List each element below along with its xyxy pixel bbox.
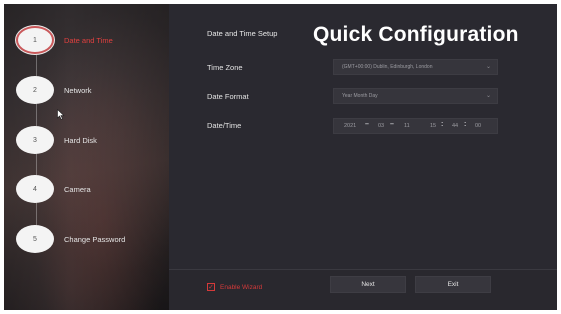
enable-wizard-checkbox[interactable]: ✓ Enable Wizard bbox=[207, 283, 262, 291]
step-number-circle: 4 bbox=[16, 175, 54, 203]
mouse-pointer-icon bbox=[57, 109, 65, 120]
time-zone-value: (GMT+00:00) Dublin, Edinburgh, London bbox=[342, 64, 433, 70]
minute-field[interactable]: 44 bbox=[452, 123, 458, 129]
day-field[interactable]: 11 bbox=[404, 123, 410, 129]
checkmark-icon[interactable]: ✓ bbox=[207, 283, 215, 291]
hour-field[interactable]: 15 bbox=[430, 123, 436, 129]
step-label: Network bbox=[64, 85, 92, 95]
step-number-circle: 5 bbox=[16, 225, 54, 253]
chevron-down-icon: ⌄ bbox=[485, 64, 491, 70]
step-label: Hard Disk bbox=[64, 135, 97, 145]
step-change-password[interactable]: 5 Change Password bbox=[16, 222, 166, 256]
exit-button[interactable]: Exit bbox=[415, 276, 491, 293]
time-zone-label: Time Zone bbox=[207, 63, 243, 72]
date-separator: – bbox=[390, 121, 394, 128]
date-time-label: Date/Time bbox=[207, 121, 242, 130]
wizard-sidebar: 1 Date and Time 2 Network 3 Hard Disk 4 … bbox=[4, 4, 169, 310]
step-label: Date and Time bbox=[64, 35, 113, 45]
date-time-input[interactable]: 2021 – 03 – 11 15 : 44 : 00 bbox=[333, 118, 498, 134]
time-zone-select[interactable]: (GMT+00:00) Dublin, Edinburgh, London ⌄ bbox=[333, 59, 498, 75]
second-field[interactable]: 00 bbox=[475, 123, 481, 129]
step-label: Camera bbox=[64, 184, 91, 194]
date-format-select[interactable]: Year Month Day ⌄ bbox=[333, 88, 498, 104]
quick-configuration-window: 1 Date and Time 2 Network 3 Hard Disk 4 … bbox=[4, 4, 557, 310]
year-field[interactable]: 2021 bbox=[344, 123, 356, 129]
chevron-down-icon: ⌄ bbox=[485, 93, 491, 99]
time-separator: : bbox=[464, 121, 467, 128]
date-format-label: Date Format bbox=[207, 92, 249, 101]
month-field[interactable]: 03 bbox=[378, 123, 384, 129]
step-camera[interactable]: 4 Camera bbox=[16, 172, 166, 206]
page-title: Quick Configuration bbox=[313, 23, 519, 46]
footer-bar: ✓ Enable Wizard Next Exit bbox=[169, 269, 557, 310]
step-network[interactable]: 2 Network bbox=[16, 73, 166, 107]
next-button[interactable]: Next bbox=[330, 276, 406, 293]
step-number-circle: 2 bbox=[16, 76, 54, 104]
step-label: Change Password bbox=[64, 234, 126, 244]
time-separator: : bbox=[441, 121, 444, 128]
step-date-and-time[interactable]: 1 Date and Time bbox=[16, 23, 166, 57]
section-title: Date and Time Setup bbox=[207, 29, 278, 38]
step-number-circle: 1 bbox=[16, 26, 54, 54]
step-number-circle: 3 bbox=[16, 126, 54, 154]
step-hard-disk[interactable]: 3 Hard Disk bbox=[16, 123, 166, 157]
date-separator: – bbox=[365, 121, 369, 128]
main-panel: Date and Time Setup Quick Configuration … bbox=[169, 4, 557, 310]
enable-wizard-label: Enable Wizard bbox=[220, 283, 263, 291]
date-format-value: Year Month Day bbox=[342, 93, 378, 99]
